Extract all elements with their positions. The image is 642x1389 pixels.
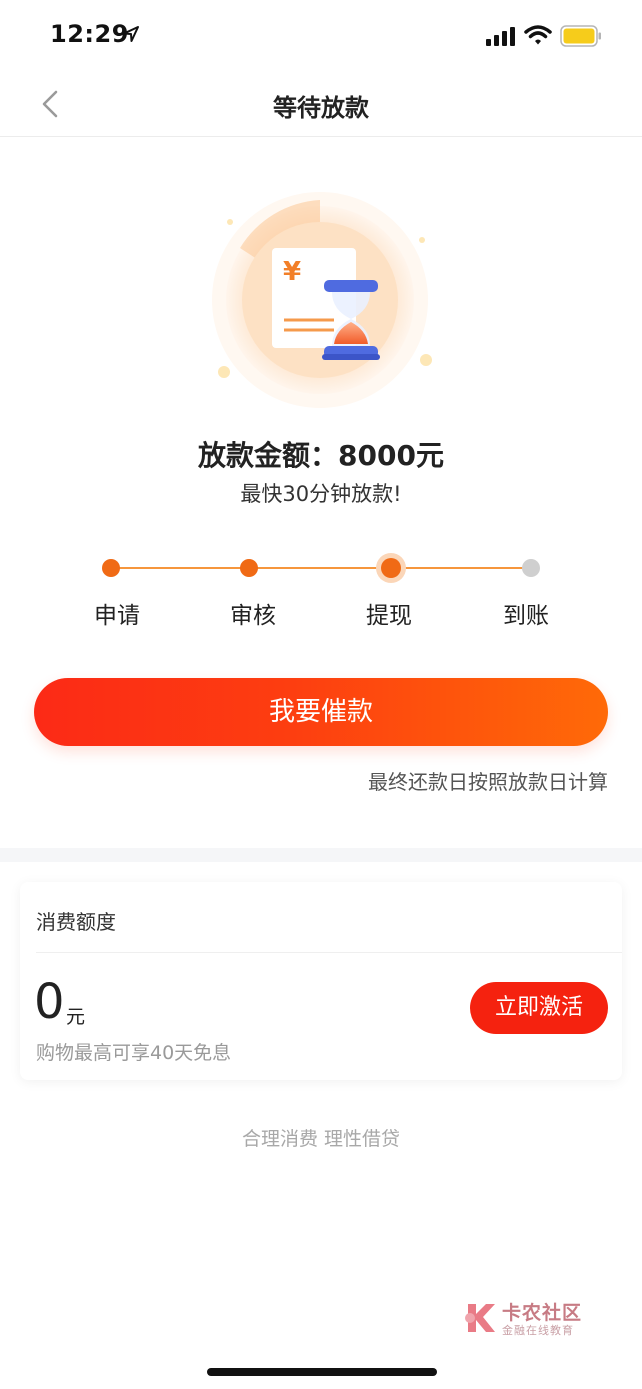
status-bar: 12:29	[0, 0, 642, 72]
step-connector	[391, 567, 531, 569]
consumption-credit-card: 消费额度 0 元 购物最高可享40天免息 立即激活	[20, 882, 622, 1080]
cellular-signal-icon	[486, 27, 515, 46]
step-label: 申请	[94, 603, 140, 629]
step-dot-current-inner	[381, 558, 401, 578]
hourglass-document-icon: ¥	[212, 192, 432, 408]
nav-bar: 等待放款	[0, 72, 642, 137]
step-dot-pending	[522, 559, 540, 577]
location-arrow-icon	[123, 26, 139, 42]
credit-amount: 0	[34, 974, 65, 1030]
wifi-icon	[524, 25, 552, 45]
progress-steps: 申请 审核 提现 到账	[0, 548, 642, 638]
home-indicator[interactable]	[207, 1368, 437, 1376]
slogan: 合理消费 理性借贷	[241, 1128, 401, 1150]
step-connector	[111, 567, 251, 569]
activate-button[interactable]: 立即激活	[470, 982, 608, 1034]
watermark-subtitle: 金融在线教育	[502, 1324, 574, 1337]
battery-icon	[560, 25, 601, 47]
credit-description: 购物最高可享40天免息	[36, 1042, 232, 1064]
step-dot-done	[102, 559, 120, 577]
page-title: 等待放款	[273, 94, 369, 122]
step-label: 审核	[230, 603, 276, 629]
watermark: 卡农社区 金融在线教育	[462, 1298, 592, 1340]
step-connector	[249, 567, 391, 569]
step-label: 到账	[503, 603, 549, 629]
svg-text:¥: ¥	[283, 257, 301, 287]
section-divider	[0, 848, 642, 862]
status-time: 12:29	[50, 20, 129, 48]
urge-disbursement-button[interactable]: 我要催款	[34, 678, 608, 746]
watermark-title: 卡农社区	[502, 1302, 583, 1324]
step-label: 提现	[366, 603, 412, 629]
credit-unit: 元	[66, 1006, 86, 1028]
repayment-note: 最终还款日按照放款日计算	[368, 770, 608, 794]
disbursement-speed: 最快30分钟放款!	[240, 482, 402, 506]
step-dot-done	[240, 559, 258, 577]
disbursement-amount: 放款金额：8000元	[198, 439, 444, 472]
card-divider	[36, 952, 622, 953]
card-title: 消费额度	[36, 910, 116, 934]
kanong-logo-icon	[465, 1304, 495, 1332]
